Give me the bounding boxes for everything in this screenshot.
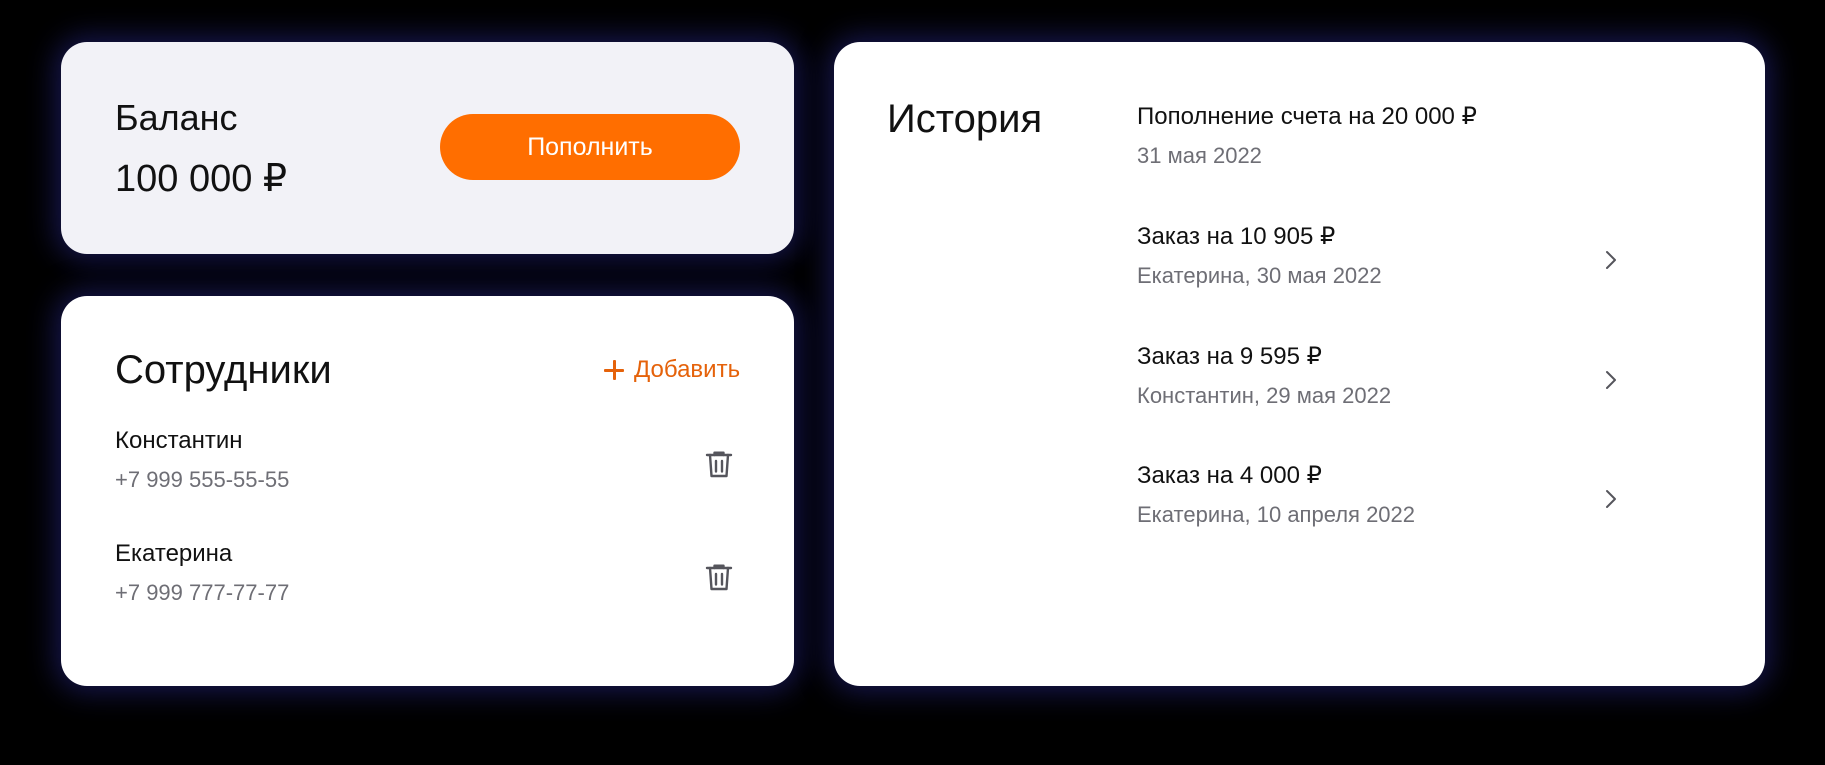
balance-card: Баланс 100 000 ₽ Пополнить [61,42,794,254]
chevron-right-icon[interactable] [1599,246,1623,274]
history-item-date: 31 мая 2022 [1137,143,1262,168]
history-item[interactable]: Заказ на 4 000 ₽ Екатерина, 10 апреля 20… [1137,461,1677,541]
chevron-right-icon[interactable] [1599,366,1623,394]
history-item-title: Заказ на 10 905 ₽ [1137,223,1336,250]
history-card: История Пополнение счета на 20 000 ₽ 31 … [834,42,1765,686]
history-item-subtitle: Екатерина, 30 мая 2022 [1137,263,1382,288]
history-item-title: Заказ на 4 000 ₽ [1137,462,1322,489]
add-employee-label: Добавить [634,356,741,383]
trash-icon[interactable] [701,446,737,482]
employee-name: Екатерина [115,540,233,567]
employees-title: Сотрудники [115,348,332,392]
balance-amount: 100 000 ₽ [115,158,288,200]
history-title: История [887,97,1043,141]
employee-phone: +7 999 555-55-55 [115,467,290,492]
employee-item: Константин +7 999 555-55-55 [115,426,745,496]
balance-title: Баланс [115,97,238,138]
employee-item: Екатерина +7 999 777-77-77 [115,539,745,609]
history-item-title: Пополнение счета на 20 000 ₽ [1137,103,1477,130]
add-employee-button[interactable]: Добавить [604,355,740,385]
trash-icon[interactable] [701,559,737,595]
history-item-subtitle: Екатерина, 10 апреля 2022 [1137,502,1416,527]
history-item: Пополнение счета на 20 000 ₽ 31 мая 2022 [1137,102,1677,182]
history-item[interactable]: Заказ на 10 905 ₽ Екатерина, 30 мая 2022 [1137,222,1677,302]
plus-icon [604,360,624,380]
history-item[interactable]: Заказ на 9 595 ₽ Константин, 29 мая 2022 [1137,342,1677,422]
history-item-subtitle: Константин, 29 мая 2022 [1137,383,1392,408]
employee-name: Константин [115,427,243,454]
employees-card: Сотрудники Добавить Константин +7 999 55… [61,296,794,686]
topup-button[interactable]: Пополнить [440,114,740,180]
chevron-right-icon[interactable] [1599,485,1623,513]
history-item-title: Заказ на 9 595 ₽ [1137,343,1322,370]
employee-phone: +7 999 777-77-77 [115,580,290,605]
